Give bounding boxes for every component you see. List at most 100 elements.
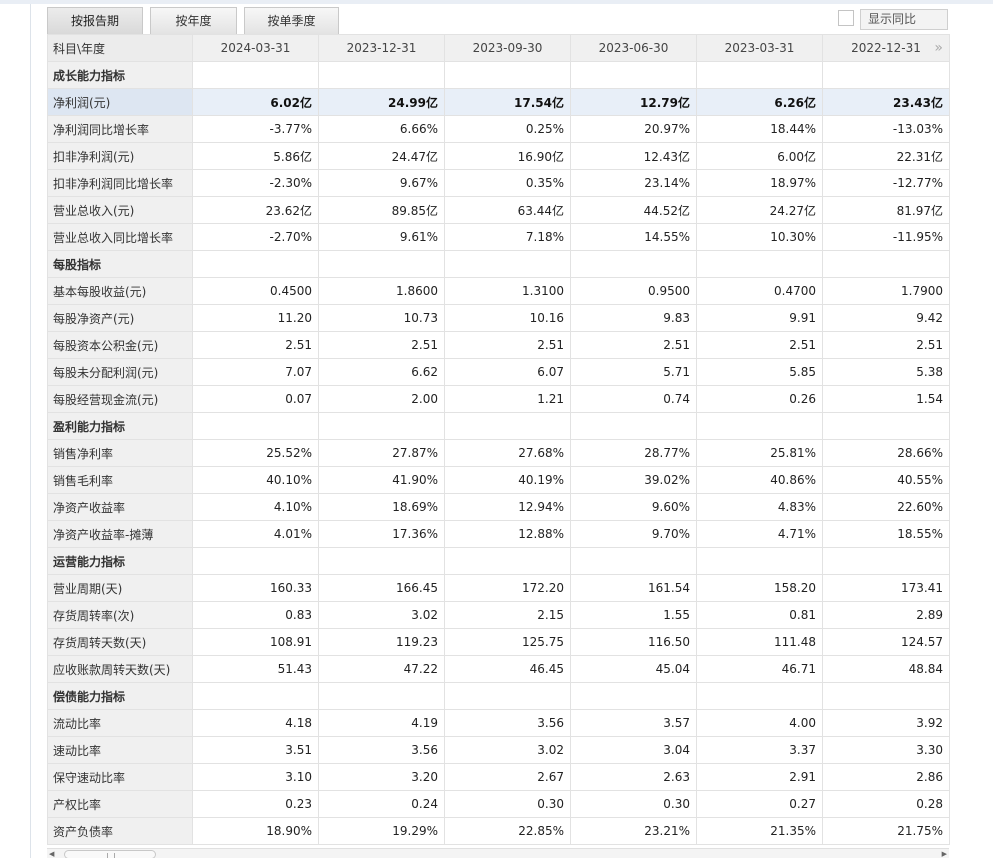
value-cell: 14.55% xyxy=(570,223,697,251)
value-cell: 45.04 xyxy=(570,655,697,683)
scroll-right-arrow-icon[interactable]: ▶ xyxy=(942,850,947,858)
value-cell: 2.51 xyxy=(822,331,950,359)
value-cell: 0.30 xyxy=(444,790,571,818)
table-row: 流动比率 4.18 4.19 3.56 3.57 4.00 3.92 xyxy=(47,709,950,737)
column-header[interactable]: 2023-06-30 xyxy=(570,34,697,62)
empty-cell xyxy=(192,682,319,710)
header-label: 科目\年度 xyxy=(47,34,193,62)
value-cell: 0.35% xyxy=(444,169,571,197)
empty-cell xyxy=(444,547,571,575)
value-cell: 108.91 xyxy=(192,628,319,656)
value-cell: 81.97亿 xyxy=(822,196,950,224)
row-label: 每股净资产(元) xyxy=(47,304,193,332)
value-cell: 3.10 xyxy=(192,763,319,791)
value-cell: 39.02% xyxy=(570,466,697,494)
column-header-text: 2022-12-31 xyxy=(851,41,921,55)
column-header[interactable]: 2024-03-31 xyxy=(192,34,319,62)
value-cell: 0.4500 xyxy=(192,277,319,305)
value-cell: 1.3100 xyxy=(444,277,571,305)
column-header-last[interactable]: 2022-12-31 » xyxy=(822,34,950,62)
empty-cell xyxy=(570,61,697,89)
column-header[interactable]: 2023-03-31 xyxy=(696,34,823,62)
value-cell: 2.51 xyxy=(318,331,445,359)
value-cell: 125.75 xyxy=(444,628,571,656)
value-cell: 0.26 xyxy=(696,385,823,413)
grip-icon xyxy=(107,853,115,858)
double-chevron-right-icon[interactable]: » xyxy=(934,40,943,56)
table-row: 营业周期(天) 160.33 166.45 172.20 161.54 158.20 173… xyxy=(47,574,950,602)
row-label: 净利润(元) xyxy=(47,88,193,116)
row-label: 每股未分配利润(元) xyxy=(47,358,193,386)
value-cell: 18.69% xyxy=(318,493,445,521)
empty-cell xyxy=(696,412,823,440)
value-cell: 0.74 xyxy=(570,385,697,413)
empty-cell xyxy=(444,61,571,89)
tab-by-year[interactable]: 按年度 xyxy=(150,7,237,34)
scroll-thumb[interactable] xyxy=(64,850,156,858)
empty-cell xyxy=(444,682,571,710)
value-cell: -11.95% xyxy=(822,223,950,251)
empty-cell xyxy=(318,61,445,89)
row-label: 资产负债率 xyxy=(47,817,193,845)
scroll-left-arrow-icon[interactable]: ◀ xyxy=(49,850,54,858)
value-cell: 0.81 xyxy=(696,601,823,629)
section-title: 成长能力指标 xyxy=(47,61,193,89)
empty-cell xyxy=(822,412,950,440)
column-header[interactable]: 2023-09-30 xyxy=(444,34,571,62)
value-cell: 3.92 xyxy=(822,709,950,737)
row-label: 存货周转率(次) xyxy=(47,601,193,629)
row-label: 保守速动比率 xyxy=(47,763,193,791)
value-cell: 5.71 xyxy=(570,358,697,386)
table-row: 速动比率 3.51 3.56 3.02 3.04 3.37 3.30 xyxy=(47,736,950,764)
value-cell: 3.56 xyxy=(318,736,445,764)
value-cell: 63.44亿 xyxy=(444,196,571,224)
table-row: 扣非净利润同比增长率 -2.30% 9.67% 0.35% 23.14% 18.97% -1… xyxy=(47,169,950,197)
section-title: 每股指标 xyxy=(47,250,193,278)
tab-by-quarter[interactable]: 按单季度 xyxy=(244,7,339,34)
empty-cell xyxy=(444,412,571,440)
value-cell: 3.04 xyxy=(570,736,697,764)
empty-cell xyxy=(822,547,950,575)
column-header[interactable]: 2023-12-31 xyxy=(318,34,445,62)
value-cell: 0.83 xyxy=(192,601,319,629)
row-label: 销售净利率 xyxy=(47,439,193,467)
value-cell: 16.90亿 xyxy=(444,142,571,170)
section-row: 成长能力指标 xyxy=(47,61,950,89)
empty-cell xyxy=(444,250,571,278)
table-row: 营业总收入同比增长率 -2.70% 9.61% 7.18% 14.55% 10.30% -1… xyxy=(47,223,950,251)
section-row: 偿债能力指标 xyxy=(47,682,950,710)
value-cell: 24.99亿 xyxy=(318,88,445,116)
yoy-checkbox[interactable] xyxy=(838,10,854,26)
empty-cell xyxy=(318,682,445,710)
value-cell: 4.01% xyxy=(192,520,319,548)
value-cell: 6.00亿 xyxy=(696,142,823,170)
show-yoy-button[interactable]: 显示同比 xyxy=(860,9,948,30)
value-cell: 6.02亿 xyxy=(192,88,319,116)
value-cell: 2.89 xyxy=(822,601,950,629)
value-cell: 40.86% xyxy=(696,466,823,494)
value-cell: 51.43 xyxy=(192,655,319,683)
value-cell: 4.71% xyxy=(696,520,823,548)
value-cell: -2.70% xyxy=(192,223,319,251)
empty-cell xyxy=(192,547,319,575)
tab-by-report-period[interactable]: 按报告期 xyxy=(47,7,143,34)
value-cell: -3.77% xyxy=(192,115,319,143)
table-row: 存货周转天数(天) 108.91 119.23 125.75 116.50 111.48 1… xyxy=(47,628,950,656)
row-label: 净利润同比增长率 xyxy=(47,115,193,143)
empty-cell xyxy=(696,547,823,575)
horizontal-scrollbar[interactable]: ◀ ▶ xyxy=(47,848,949,858)
value-cell: 17.36% xyxy=(318,520,445,548)
row-label: 速动比率 xyxy=(47,736,193,764)
table-row: 应收账款周转天数(天) 51.43 47.22 46.45 45.04 46.71 48.8… xyxy=(47,655,950,683)
section-row: 每股指标 xyxy=(47,250,950,278)
value-cell: 2.67 xyxy=(444,763,571,791)
value-cell: 173.41 xyxy=(822,574,950,602)
value-cell: 23.43亿 xyxy=(822,88,950,116)
value-cell: 166.45 xyxy=(318,574,445,602)
value-cell: 19.29% xyxy=(318,817,445,845)
value-cell: 23.14% xyxy=(570,169,697,197)
value-cell: 40.19% xyxy=(444,466,571,494)
value-cell: 9.70% xyxy=(570,520,697,548)
empty-cell xyxy=(318,250,445,278)
row-label: 基本每股收益(元) xyxy=(47,277,193,305)
